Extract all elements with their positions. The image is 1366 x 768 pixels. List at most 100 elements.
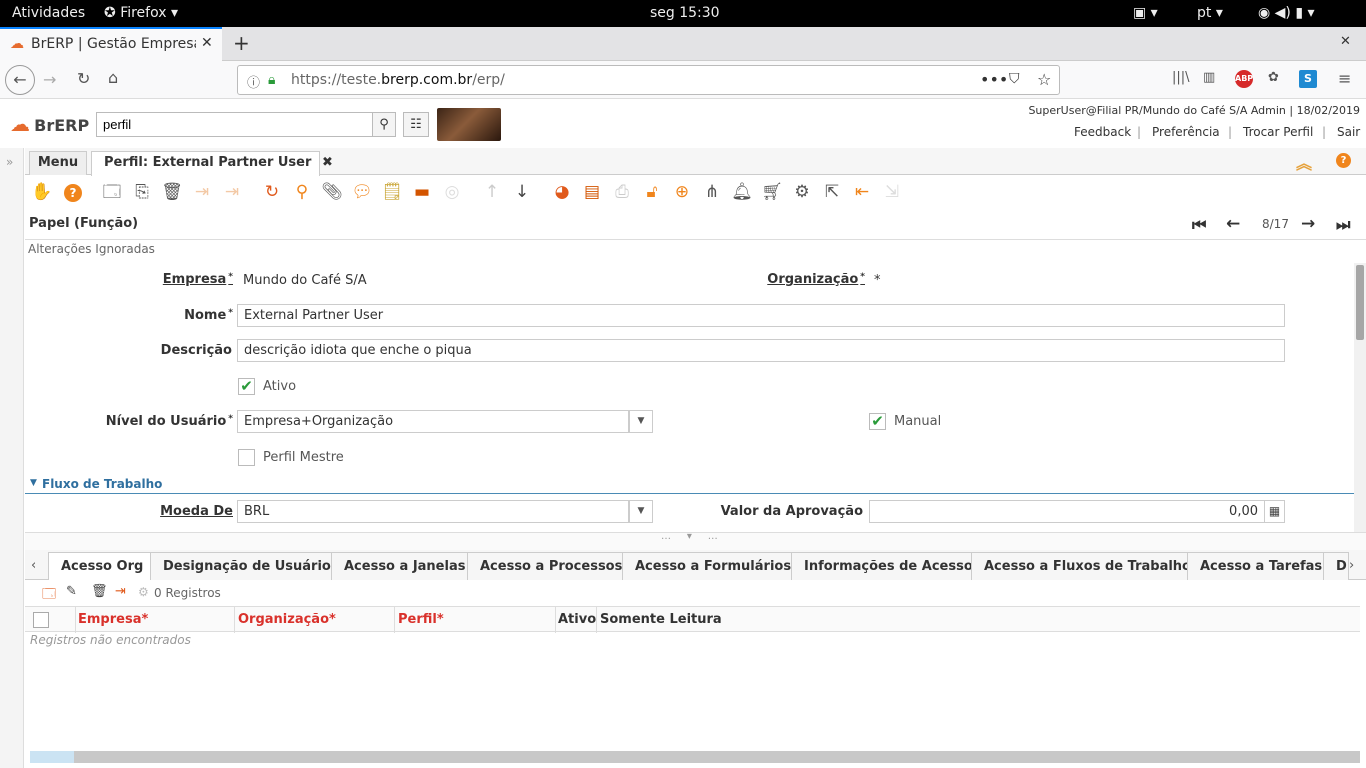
grid-delete-icon[interactable]: 🗑︎ (91, 584, 108, 599)
col-perfil[interactable]: Perfil* (398, 612, 444, 627)
new-record-icon[interactable]: 🗔︎ (99, 180, 125, 204)
back-icon[interactable]: ← (5, 65, 35, 95)
clock[interactable]: seg 15:30 (650, 5, 720, 21)
tab-acesso-janelas[interactable]: Acesso a Janelas (331, 552, 479, 580)
select-all-checkbox[interactable] (33, 612, 49, 628)
grid-horizontal-scrollbar[interactable] (30, 751, 1360, 763)
zoom-across-icon[interactable]: ⊕ (669, 180, 695, 204)
archive-icon[interactable]: ▤ (579, 180, 605, 204)
valor-aprovacao-input[interactable]: 0,00 (869, 500, 1265, 523)
attachment-icon[interactable]: 📎︎ (319, 180, 345, 204)
preferencia-link[interactable]: Preferência (1152, 125, 1220, 139)
moeda-de-dropdown-icon[interactable]: ▼ (629, 500, 653, 523)
hamburger-menu-icon[interactable]: ≡ (1338, 69, 1351, 88)
delete-icon[interactable]: 🗑︎ (159, 180, 185, 204)
chat-icon[interactable]: 💬︎ (349, 180, 375, 204)
col-ativo[interactable]: Ativo (558, 612, 596, 627)
grid-save-icon[interactable]: ⇥ (115, 584, 126, 599)
tab-informacoes-acesso[interactable]: Informações de Acesso (791, 552, 986, 580)
reload-icon[interactable]: ↻ (77, 69, 90, 88)
descricao-input[interactable]: descrição idiota que enche o piqua (237, 339, 1285, 362)
help-icon[interactable]: ? (1336, 153, 1351, 168)
tabs-scroll-right-icon[interactable]: › (1349, 558, 1354, 573)
notification-bell-icon[interactable]: 🔔︎ (729, 180, 755, 204)
close-window-icon[interactable]: ✕ (1340, 34, 1351, 49)
previous-record-icon[interactable]: ← (1226, 214, 1240, 234)
global-search-input[interactable] (96, 112, 373, 137)
col-somente-leitura[interactable]: Somente Leitura (600, 612, 722, 627)
save-icon[interactable]: ⇥ (189, 180, 215, 204)
menu-tab[interactable]: Menu (29, 151, 87, 175)
moeda-de-select[interactable]: BRL (237, 500, 629, 523)
parent-record-icon[interactable]: ↑ (479, 180, 505, 204)
language-indicator[interactable]: pt ▾ (1197, 5, 1223, 21)
nome-input[interactable]: External Partner User (237, 304, 1285, 327)
perfil-mestre-checkbox[interactable] (238, 449, 255, 466)
nivel-usuario-select[interactable]: Empresa+Organização (237, 410, 629, 433)
find-icon[interactable]: ⚲ (289, 180, 315, 204)
close-tab-icon[interactable]: ✕ (201, 35, 213, 51)
workflow-icon[interactable]: ⋔ (699, 180, 725, 204)
tab-acesso-fluxos[interactable]: Acesso a Fluxos de Trabalho (971, 552, 1204, 580)
lock-icon[interactable]: 🔓︎ (639, 180, 665, 204)
history-icon[interactable]: ▬ (409, 180, 435, 204)
feedback-link[interactable]: Feedback (1074, 125, 1131, 139)
tab-more[interactable]: D (1323, 552, 1349, 580)
library-icon[interactable]: |||\ (1172, 70, 1190, 85)
perfil-tab[interactable]: Perfil: External Partner User ✖ (91, 151, 333, 176)
lookup-icon[interactable]: ◎ (439, 180, 465, 204)
tab-acesso-processos[interactable]: Acesso a Processos (467, 552, 636, 580)
forward-icon[interactable]: → (43, 70, 56, 89)
adblock-icon[interactable]: ABP (1235, 70, 1253, 88)
last-record-icon[interactable]: ⏭ (1336, 215, 1350, 235)
page-actions-icon[interactable]: ••• (980, 70, 1008, 89)
print-icon[interactable]: ⎙ (609, 180, 635, 204)
postit-icon[interactable]: 🗒︎ (379, 180, 405, 204)
sair-link[interactable]: Sair (1337, 125, 1360, 139)
bookmark-star-icon[interactable]: ☆ (1037, 70, 1051, 89)
system-tray-icons[interactable]: ◉ ◀) ▮ ▾ (1258, 5, 1315, 21)
home-icon[interactable]: ⌂ (108, 68, 118, 87)
grid-edit-icon[interactable]: ✎ (66, 584, 77, 599)
calculator-icon[interactable]: ▦ (1265, 500, 1285, 523)
form-vertical-scrollbar[interactable] (1354, 263, 1366, 533)
quick-entry-icon[interactable]: ⇲ (879, 180, 905, 204)
export-icon[interactable]: ⇱ (819, 180, 845, 204)
manual-checkbox[interactable]: ✔ (869, 413, 886, 430)
first-record-icon[interactable]: ⏮ (1192, 215, 1206, 235)
new-tab-icon[interactable]: + (233, 31, 250, 55)
splitter[interactable]: … ▾ … (25, 531, 1366, 550)
url-text[interactable]: https://teste.brerp.com.br/erp/ (291, 72, 505, 88)
col-organizacao[interactable]: Organização* (238, 612, 336, 627)
tab-acesso-org[interactable]: Acesso Org (48, 552, 157, 581)
close-tab-icon[interactable]: ✖ (322, 155, 333, 170)
save-new-icon[interactable]: ⇥ (219, 180, 245, 204)
workflow-section-header[interactable]: ▼ Fluxo de Trabalho (25, 476, 1354, 494)
nivel-usuario-dropdown-icon[interactable]: ▼ (629, 410, 653, 433)
skype-icon[interactable]: S (1299, 70, 1317, 88)
grid-scroll-thumb[interactable] (30, 751, 74, 763)
refresh-icon[interactable]: ↻ (259, 180, 285, 204)
next-record-icon[interactable]: → (1301, 214, 1315, 234)
cart-icon[interactable]: 🛒︎ (759, 180, 785, 204)
grid-new-icon[interactable]: 🗔︎ (42, 585, 56, 607)
sidebar-icon[interactable]: ▥ (1203, 70, 1215, 85)
clipboard-icon[interactable]: ▣ ▾ (1133, 5, 1158, 21)
copy-record-icon[interactable]: ⎘ (129, 180, 155, 204)
help-icon[interactable]: ? (64, 184, 82, 202)
col-empresa[interactable]: Empresa* (78, 612, 148, 627)
grid-process-icon[interactable]: ⚙ (138, 585, 149, 599)
brerp-logo[interactable]: ☁ BrERP (10, 112, 89, 136)
sitemap-icon[interactable]: ☷ (403, 112, 429, 137)
import-icon[interactable]: ⇤ (849, 180, 875, 204)
pocket-icon[interactable]: ⛉ (1009, 71, 1020, 87)
ignore-icon[interactable]: ✋ (29, 180, 55, 204)
detail-record-icon[interactable]: ↓ (509, 180, 535, 204)
ativo-checkbox[interactable]: ✔ (238, 378, 255, 395)
tab-acesso-formularios[interactable]: Acesso a Formulários (622, 552, 805, 580)
expand-panel-icon[interactable]: » (6, 155, 13, 169)
extension-icon[interactable]: ✿ (1268, 70, 1279, 85)
tab-acesso-tarefas[interactable]: Acesso a Tarefas (1187, 552, 1336, 580)
app-menu[interactable]: ✪ Firefox ▾ (104, 5, 178, 21)
report-chart-icon[interactable]: ◕ (549, 180, 575, 204)
